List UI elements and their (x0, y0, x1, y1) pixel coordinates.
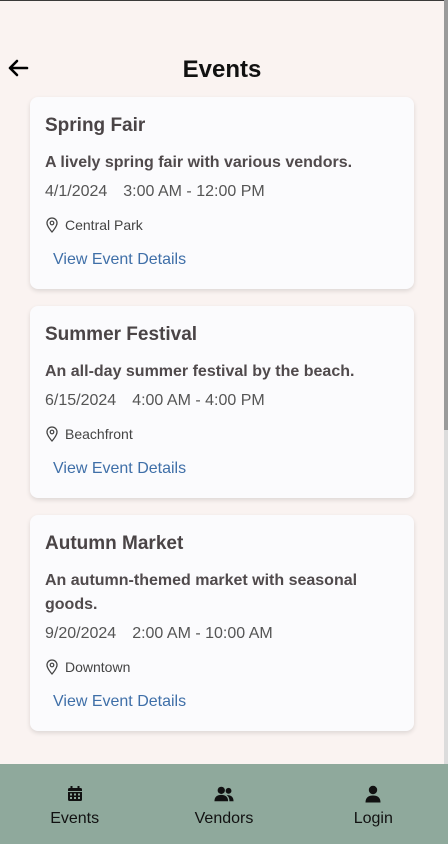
event-location-label: Beachfront (65, 426, 133, 442)
event-card: Autumn Market An autumn-themed market wi… (30, 515, 414, 731)
event-datetime: 9/20/2024 2:00 AM - 10:00 AM (45, 625, 399, 643)
event-date: 6/15/2024 (45, 392, 117, 409)
event-list: Spring Fair A lively spring fair with va… (30, 97, 414, 748)
event-description: A lively spring fair with various vendor… (45, 154, 353, 171)
map-pin-icon (45, 217, 59, 233)
event-date: 9/20/2024 (45, 625, 117, 642)
event-card: Spring Fair A lively spring fair with va… (30, 97, 414, 289)
user-icon (363, 784, 383, 804)
bottom-nav: Events Vendors Login (0, 764, 448, 844)
nav-item-login[interactable]: Login (299, 764, 448, 844)
view-event-details-link[interactable]: View Event Details (53, 693, 186, 711)
nav-item-events[interactable]: Events (0, 764, 149, 844)
event-date: 4/1/2024 (45, 183, 108, 200)
scrollbar-thumb[interactable] (444, 0, 448, 430)
event-location: Central Park (45, 217, 399, 233)
event-time: 3:00 AM - 12:00 PM (123, 183, 265, 200)
event-location: Beachfront (45, 426, 399, 442)
scrollbar[interactable] (444, 0, 448, 764)
event-title: Spring Fair (45, 115, 146, 136)
nav-label-vendors: Vendors (194, 810, 254, 827)
page-header: Events (0, 48, 444, 94)
event-card: Summer Festival An all-day summer festiv… (30, 306, 414, 498)
event-datetime: 6/15/2024 4:00 AM - 4:00 PM (45, 392, 399, 410)
nav-label-events: Events (50, 810, 100, 827)
event-description: An all-day summer festival by the beach. (45, 363, 355, 380)
event-datetime: 4/1/2024 3:00 AM - 12:00 PM (45, 183, 399, 201)
event-location-label: Downtown (65, 659, 131, 675)
event-title: Summer Festival (45, 324, 198, 345)
map-pin-icon (45, 659, 59, 675)
map-pin-icon (45, 426, 59, 442)
page-title: Events (182, 56, 262, 83)
event-location: Downtown (45, 659, 399, 675)
view-event-details-link[interactable]: View Event Details (53, 460, 186, 478)
event-title: Autumn Market (45, 533, 184, 554)
event-location-label: Central Park (65, 217, 143, 233)
window-top-edge (0, 0, 448, 1)
calendar-icon (65, 784, 85, 804)
view-event-details-link[interactable]: View Event Details (53, 251, 186, 269)
nav-label-login: Login (353, 810, 393, 827)
users-icon (214, 784, 234, 804)
event-time: 4:00 AM - 4:00 PM (132, 392, 265, 409)
event-time: 2:00 AM - 10:00 AM (132, 625, 273, 642)
event-description: An autumn-themed market with seasonal go… (45, 572, 358, 613)
nav-item-vendors[interactable]: Vendors (149, 764, 298, 844)
